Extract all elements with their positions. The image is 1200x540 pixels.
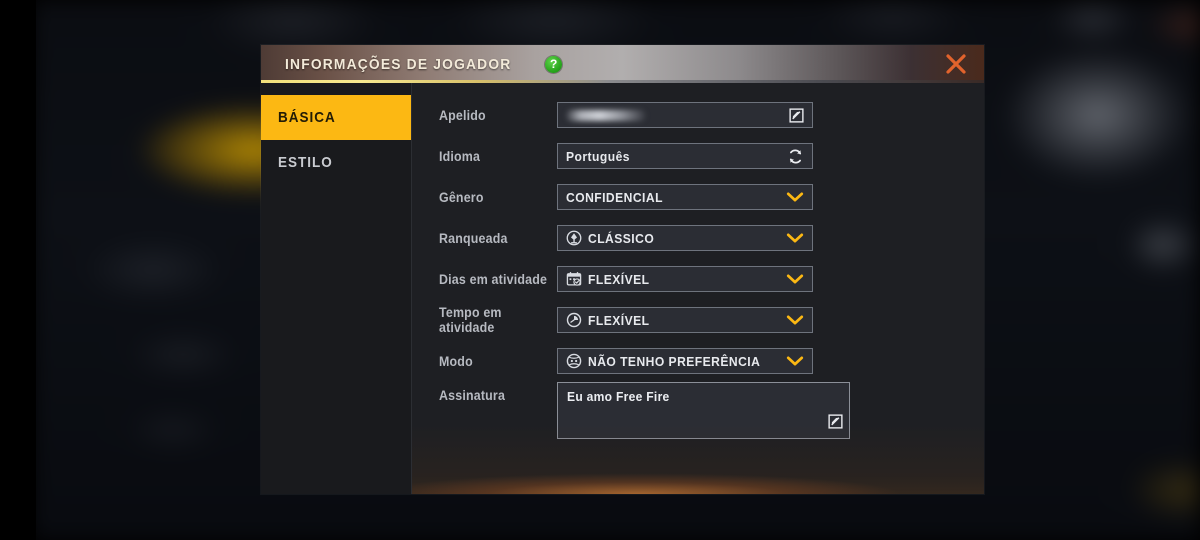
sidebar-item-label: BÁSICA [278,109,336,126]
censored-nickname-value [566,109,646,121]
chevron-down-icon [786,191,804,203]
field-label: Gênero [439,189,484,205]
modo-value: NÃO TENHO PREFERÊNCIA [588,353,761,369]
chevron-down-icon [786,232,804,244]
close-x-icon [943,51,969,77]
dialog-sidebar: BÁSICA ESTILO [261,83,412,494]
field-label: Dias em atividade [439,271,548,287]
sidebar-item-label: ESTILO [278,154,333,171]
form-row-ranqueada: Ranqueada CLÁSSICO [412,218,984,258]
dialog-body: BÁSICA ESTILO Apelido Idioma Português G… [261,83,984,494]
form-row-modo: Modo NÃO TENHO PREFERÊNCIA [412,341,984,381]
field-label: Modo [439,353,473,369]
form-row-genero: Gênero CONFIDENCIAL [412,177,984,217]
dias-em-atividade-value: FLEXÍVEL [588,271,650,287]
player-information-dialog: INFORMAÇÕES DE JOGADOR ? BÁSICA ESTILO A… [261,45,984,494]
idioma-value: Português [566,148,630,164]
form-content: Apelido Idioma Português Gênero CONFIDEN… [412,83,984,494]
idioma-field[interactable]: Português [557,143,813,169]
modo-dropdown[interactable]: NÃO TENHO PREFERÊNCIA [557,348,813,374]
assinatura-field[interactable]: Eu amo Free Fire [557,382,850,439]
calendar-check-icon [566,271,582,287]
dialog-title: INFORMAÇÕES DE JOGADOR [285,55,512,73]
form-row-apelido: Apelido [412,95,984,135]
refresh-sync-icon[interactable] [787,148,804,165]
field-label: Assinatura [439,388,506,403]
screen: INFORMAÇÕES DE JOGADOR ? BÁSICA ESTILO A… [0,0,1200,540]
edit-pencil-icon[interactable] [828,414,843,434]
chevron-down-icon [786,355,804,367]
genero-value: CONFIDENCIAL [566,189,663,205]
form-row-assinatura: Assinatura Eu amo Free Fire [412,382,984,448]
field-label: Apelido [439,107,486,123]
game-mode-target-icon [566,353,582,369]
apelido-field[interactable] [557,102,813,128]
genero-dropdown[interactable]: CONFIDENCIAL [557,184,813,210]
tempo-em-atividade-dropdown[interactable]: FLEXÍVEL [557,307,813,333]
field-label: Ranqueada [439,230,508,246]
rank-emblem-icon [566,230,582,246]
chevron-down-icon [786,314,804,326]
sidebar-item-estilo[interactable]: ESTILO [261,140,412,185]
letterbox-bar-left [0,0,36,540]
ranqueada-dropdown[interactable]: CLÁSSICO [557,225,813,251]
ranqueada-value: CLÁSSICO [588,230,655,246]
field-label: Idioma [439,148,481,164]
tempo-em-atividade-value: FLEXÍVEL [588,312,650,328]
sidebar-item-basica[interactable]: BÁSICA [261,95,412,140]
edit-pencil-icon[interactable] [789,107,804,123]
dialog-titlebar: INFORMAÇÕES DE JOGADOR ? [261,45,984,83]
assinatura-value: Eu amo Free Fire [567,389,670,404]
close-button[interactable] [928,45,984,83]
help-question-icon[interactable]: ? [545,55,563,73]
form-row-idioma: Idioma Português [412,136,984,176]
form-row-dias-em-atividade: Dias em atividade FLEXÍVEL [412,259,984,299]
chevron-down-icon [786,273,804,285]
field-label: Tempo em atividade [439,305,502,335]
dias-em-atividade-dropdown[interactable]: FLEXÍVEL [557,266,813,292]
form-row-tempo-em-atividade: Tempo em atividade FLEXÍVEL [412,300,984,340]
clock-icon [566,312,582,328]
